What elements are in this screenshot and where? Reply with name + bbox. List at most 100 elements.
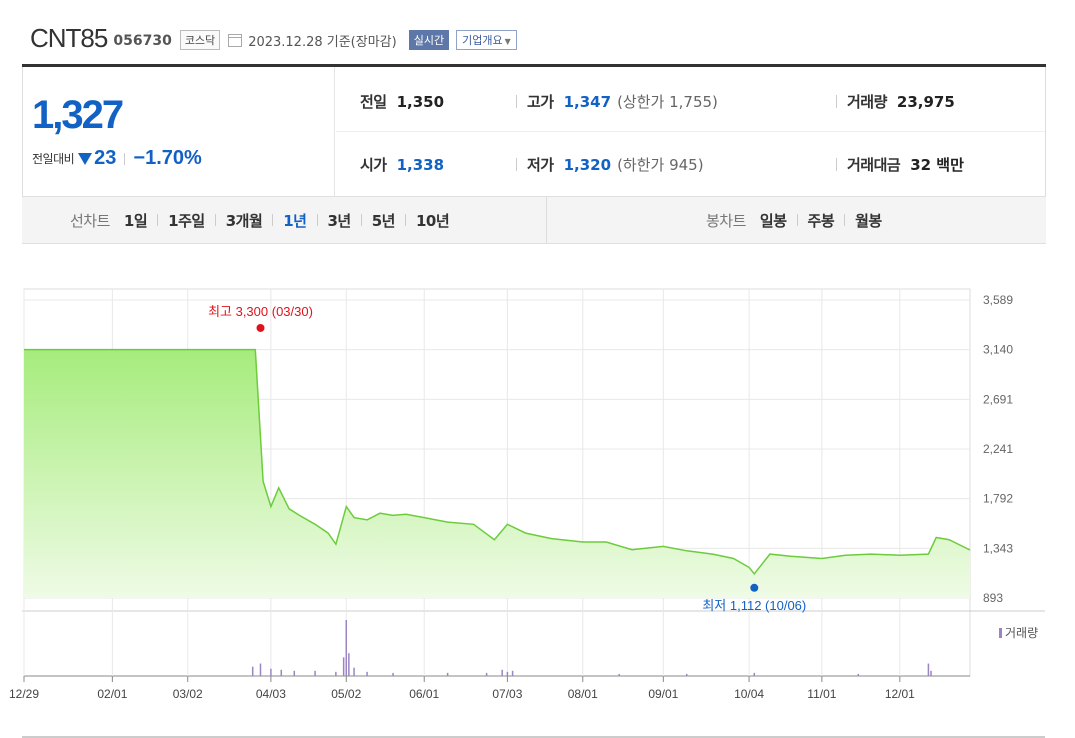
divider	[405, 214, 406, 226]
candle-tab-2[interactable]: 월봉	[855, 210, 882, 231]
period-tab-4[interactable]: 3년	[328, 210, 352, 231]
chevron-down-icon: ▼	[504, 37, 511, 46]
price-area	[24, 349, 970, 598]
volume-bar	[618, 673, 620, 676]
high-annotation: 최고 3,300 (03/30)	[208, 304, 313, 319]
market-badge: 코스닥	[179, 30, 221, 50]
candle-tab-1[interactable]: 주봉	[808, 210, 835, 231]
divider	[272, 214, 274, 226]
stat-prev-close: 전일 1,350	[360, 91, 444, 112]
volume-bar	[259, 663, 262, 676]
stat-value: 1,350	[396, 93, 445, 111]
company-info-dropdown[interactable]: 기업개요 ▼	[456, 30, 517, 50]
period-tab-3[interactable]: 1년	[283, 210, 307, 231]
change-percent: −1.70%	[133, 147, 202, 169]
volume-bar	[293, 670, 296, 676]
divider	[796, 214, 798, 226]
divider	[157, 214, 159, 226]
volume-bar	[857, 673, 859, 676]
volume-bar	[251, 666, 254, 676]
volume-legend-label: 거래량	[1005, 626, 1039, 640]
stat-low: 저가 1,320 (하한가 945)	[516, 154, 704, 175]
divider	[316, 214, 318, 226]
line-chart-label: 선차트	[70, 211, 110, 230]
y-tick-label: 2,241	[983, 442, 1013, 456]
y-tick-label: 2,691	[983, 392, 1013, 406]
divider	[214, 214, 216, 226]
volume-bar	[348, 653, 350, 676]
price-chart[interactable]: 12/29 02/01 03/02 04/03 05/02 06/01 07/03 08/01…	[0, 244, 1075, 738]
x-tick-label: 11/01	[807, 687, 836, 701]
divider	[360, 214, 362, 226]
x-tick-label: 09/01	[648, 687, 678, 701]
volume-bar	[366, 671, 368, 676]
calendar-icon	[228, 34, 243, 47]
stock-header: CNT85 056730 코스닥 2023.12.28 기준(장마감) 실시간 …	[30, 22, 517, 54]
change-label: 전일대비	[32, 152, 75, 166]
stat-label: 시가	[360, 156, 387, 174]
x-tick-label: 12/01	[885, 687, 915, 701]
line-chart-periods: 선차트 1일 1주일 3개월 1년 3년 5년 10년	[70, 197, 450, 243]
candle-chart-label: 봉차트	[706, 211, 746, 230]
x-tick-label: 12/29	[9, 687, 39, 701]
current-price-panel: 1,327 전일대비 23 −1.70%	[22, 67, 335, 196]
stat-label: 고가	[527, 93, 554, 111]
volume-bar	[506, 671, 509, 676]
y-tick-label: 3,589	[983, 293, 1013, 307]
volume-bar	[927, 663, 930, 676]
divider	[836, 95, 837, 108]
candle-tab-0[interactable]: 일봉	[760, 210, 787, 231]
toolbar-divider	[546, 197, 547, 243]
low-marker	[750, 583, 759, 592]
period-tab-1[interactable]: 1주일	[168, 210, 205, 231]
realtime-button[interactable]: 실시간	[408, 30, 450, 50]
row-divider	[336, 131, 1045, 132]
stat-value: 23,975	[896, 93, 955, 111]
volume-bar	[314, 670, 316, 676]
stat-value: 1,347	[563, 93, 612, 111]
change-value: 23	[94, 147, 117, 169]
divider	[844, 214, 846, 226]
volume-bar	[353, 667, 355, 676]
divider	[836, 158, 837, 171]
y-tick-label: 893	[983, 591, 1003, 605]
x-tick-label: 04/03	[256, 687, 286, 701]
volume-legend: 거래량	[999, 624, 1038, 641]
x-tick-label: 05/02	[331, 687, 361, 701]
period-tab-2[interactable]: 3개월	[226, 210, 263, 231]
stat-label: 저가	[527, 156, 554, 174]
price-stats: 전일 1,350 고가 1,347 (상한가 1,755) 거래량 23,975…	[336, 67, 1045, 196]
period-tab-0[interactable]: 1일	[124, 210, 148, 231]
volume-bar	[485, 672, 488, 676]
volume-bar	[930, 670, 932, 676]
high-marker	[256, 323, 265, 332]
volume-bar	[685, 673, 688, 676]
volume-bar	[270, 668, 272, 676]
divider	[124, 152, 126, 165]
line-period-list: 1일 1주일 3개월 1년 3년 5년 10년	[124, 210, 450, 231]
lower-limit: (하한가 945)	[617, 156, 704, 174]
volume-bar	[392, 672, 394, 676]
stat-value: 1,338	[396, 156, 445, 174]
y-tick-label: 1,343	[983, 541, 1013, 555]
volume-bar	[753, 672, 756, 676]
low-annotation: 최저 1,112 (10/06)	[702, 598, 806, 613]
y-tick-label: 3,140	[983, 343, 1013, 357]
period-toolbar: 선차트 1일 1주일 3개월 1년 3년 5년 10년 봉차트 일봉 주봉 월봉	[22, 196, 1046, 244]
chart-svg[interactable]: 12/29 02/01 03/02 04/03 05/02 06/01 07/03 08/01…	[0, 244, 1075, 738]
stock-code: 056730	[113, 33, 172, 49]
stat-volume: 거래량 23,975	[836, 91, 955, 112]
stat-label: 거래량	[847, 93, 887, 111]
period-tab-6[interactable]: 10년	[416, 210, 450, 231]
down-arrow-icon	[78, 152, 93, 165]
volume-bar	[335, 671, 337, 676]
upper-limit: (상한가 1,755)	[617, 93, 718, 111]
x-tick-label: 03/02	[173, 687, 203, 701]
volume-bar	[511, 670, 514, 676]
base-date: 2023.12.28 기준(장마감)	[248, 35, 397, 50]
stat-amount: 거래대금 32 백만	[836, 154, 964, 175]
volume-frame	[23, 610, 971, 677]
stat-label: 전일	[360, 93, 387, 111]
period-tab-5[interactable]: 5년	[372, 210, 396, 231]
divider	[516, 158, 517, 171]
